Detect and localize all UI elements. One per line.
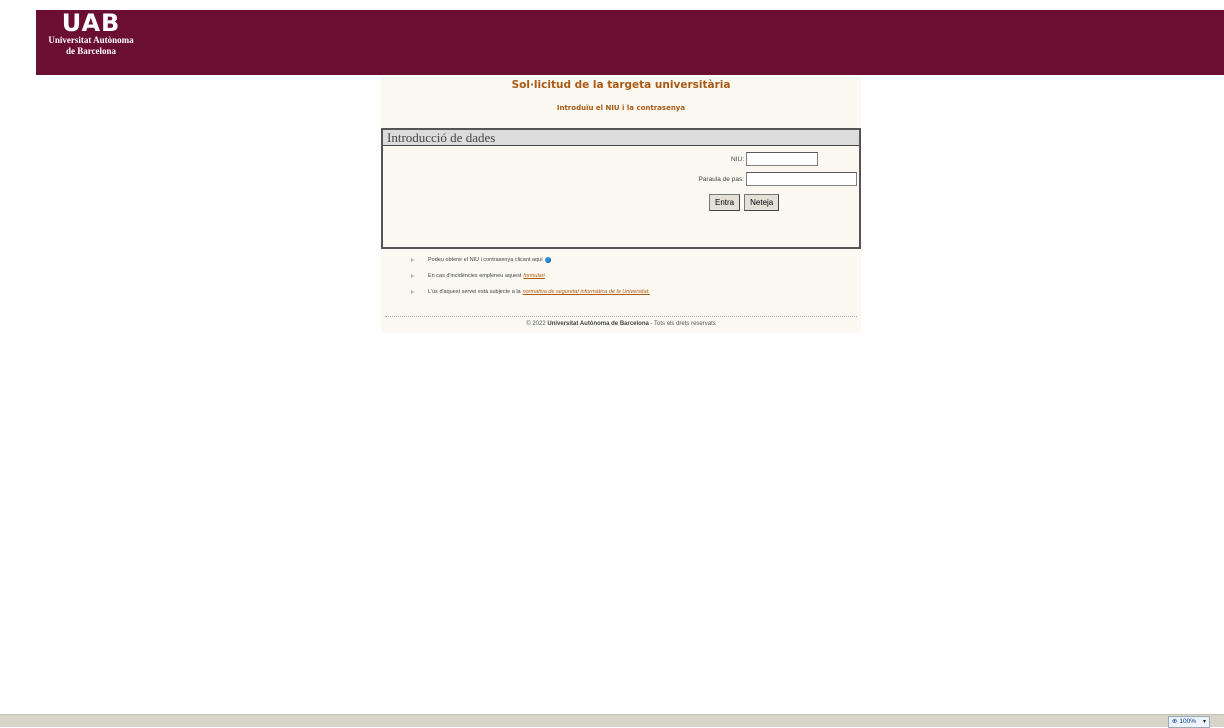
copyright-org: Universitat Autònoma de Barcelona (547, 321, 649, 327)
security-policy-link[interactable]: normativa de seguretat informàtica de la… (523, 289, 650, 295)
incidents-form-link[interactable]: formulari (523, 273, 544, 279)
footer-divider (385, 316, 857, 317)
login-form-box: Introducció de dades NIU: Paraula de pas… (381, 128, 861, 249)
copyright-year: © 2022 (526, 321, 546, 327)
niu-label: NIU: (731, 155, 744, 163)
password-label: Paraula de pas: (698, 175, 744, 183)
main-panel: Sol·licitud de la targeta universitària … (381, 76, 861, 333)
logo-line-2: de Barcelona (65, 46, 117, 56)
triangle-right-icon (411, 258, 414, 262)
footer: © 2022 Universitat Autònoma de Barcelona… (381, 321, 861, 327)
zoom-control[interactable]: ⊕ 100% ▾ (1167, 716, 1210, 728)
list-item: L'ús d'aquest servei està subjecte a la … (411, 289, 650, 295)
niu-input[interactable] (746, 152, 818, 166)
policy-text: L'ús d'aquest servei està subjecte a la (428, 289, 521, 295)
header-banner: UAB Universitat Autònoma de Barcelona (36, 10, 1224, 75)
list-item: Podeu obtenir el NIU i contrasenya clica… (411, 257, 551, 263)
niu-row: NIU: (731, 152, 857, 166)
status-bar: ⊕ 100% ▾ (0, 714, 1224, 728)
logo-mark: UAB (61, 9, 121, 37)
page-subtitle: Introduïu el NIU i la contrasenya (556, 104, 686, 112)
list-item: En cas d'incidències empleneu aquest for… (411, 273, 545, 279)
triangle-right-icon (411, 290, 414, 294)
form-buttons: Entra Neteja (709, 194, 780, 211)
globe-icon[interactable] (544, 257, 551, 263)
submit-button[interactable]: Entra (709, 194, 741, 211)
logo-line-1: Universitat Autònoma (48, 35, 134, 45)
triangle-right-icon (411, 274, 414, 278)
incidents-text: En cas d'incidències empleneu aquest (428, 273, 522, 279)
niu-help-text: Podeu obtenir el NIU i contrasenya clica… (428, 257, 543, 263)
page-title: Sol·licitud de la targeta universitària (511, 79, 731, 91)
uab-logo[interactable]: UAB Universitat Autònoma de Barcelona (36, 10, 146, 70)
password-row: Paraula de pas: (698, 172, 857, 186)
password-input[interactable] (746, 172, 857, 186)
form-section-title: Introducció de dades (383, 130, 859, 146)
reset-button[interactable]: Neteja (744, 194, 780, 211)
top-strip (0, 0, 1224, 10)
copyright-suffix: - Tots els drets reservats (650, 321, 716, 327)
